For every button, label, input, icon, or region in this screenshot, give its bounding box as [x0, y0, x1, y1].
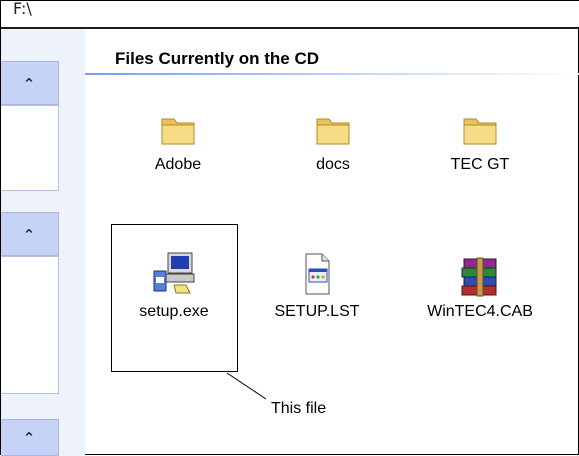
window-frame: F:\ ⌃ ⌃ ⌃ Files Currently on the CD Adob…	[0, 0, 579, 456]
callout-label: This file	[271, 400, 327, 417]
callout-line	[226, 372, 267, 400]
